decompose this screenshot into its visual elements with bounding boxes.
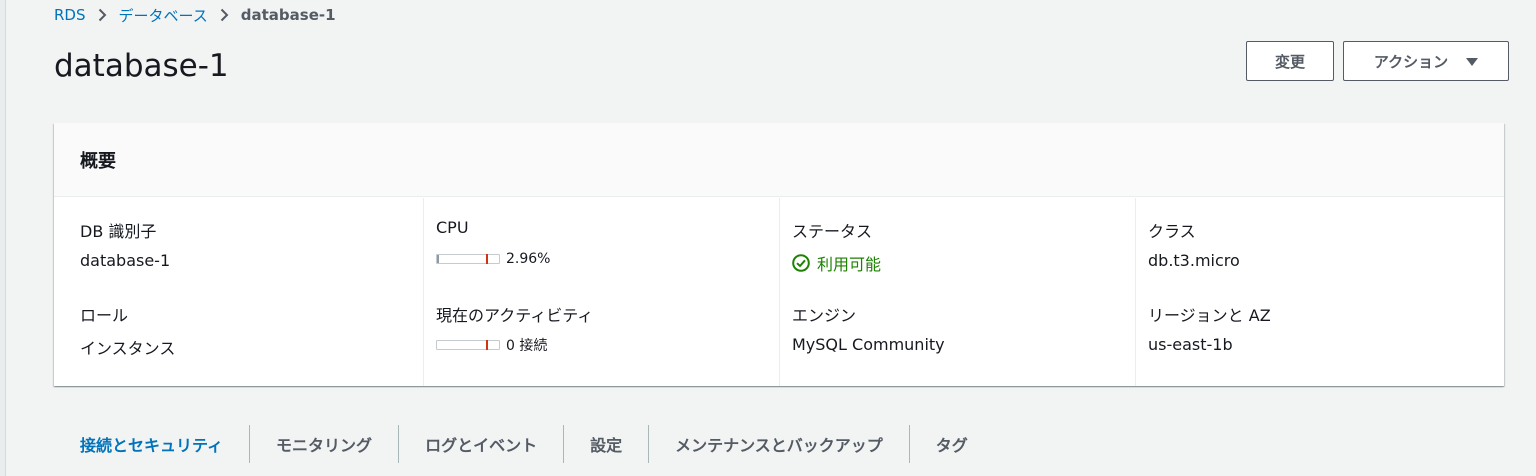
status-text: 利用可能 (817, 255, 882, 274)
engine-value: MySQL Community (792, 335, 945, 354)
cpu-meter-fill (437, 255, 439, 263)
tab-configuration[interactable]: 設定 (564, 425, 648, 463)
summary-column-3: ステータス 利用可能 エンジン MySQL Community (779, 198, 1135, 386)
tab-logs-events[interactable]: ログとイベント (399, 425, 563, 463)
region-az-label: リージョンと AZ (1148, 306, 1271, 325)
cpu-percent-text: 2.96% (506, 251, 551, 267)
left-border (0, 0, 6, 476)
actions-dropdown-button[interactable]: アクション (1343, 41, 1509, 81)
breadcrumb-databases[interactable]: データベース (119, 5, 208, 26)
summary-column-4: クラス db.t3.micro リージョンと AZ us-east-1b (1135, 198, 1504, 386)
tab-tags[interactable]: タグ (910, 425, 994, 463)
summary-panel-header: 概要 (54, 123, 1504, 197)
current-activity-label: 現在のアクティビティ (436, 306, 594, 325)
class-label: クラス (1148, 222, 1196, 241)
tab-maintenance-backups[interactable]: メンテナンスとバックアップ (649, 425, 909, 463)
activity-connections-text: 0 接続 (506, 338, 548, 354)
check-circle-icon (792, 254, 810, 272)
status-value: 利用可能 (792, 251, 881, 275)
summary-column-2: CPU 2.96% 現在のアクティビティ 0 接続 (423, 198, 779, 386)
summary-columns: DB 識別子 database-1 ロール インスタンス CPU 2.96% 現… (54, 198, 1504, 386)
summary-column-1: DB 識別子 database-1 ロール インスタンス (54, 198, 423, 386)
role-value: インスタンス (80, 339, 176, 358)
db-identifier-value: database-1 (80, 251, 171, 270)
modify-button[interactable]: 変更 (1246, 41, 1334, 81)
caret-down-icon (1466, 58, 1479, 66)
breadcrumb: RDS データベース database-1 (54, 4, 336, 26)
cpu-meter-threshold (486, 254, 488, 264)
detail-tabs: 接続とセキュリティ モニタリング ログとイベント 設定 メンテナンスとバックアッ… (54, 424, 994, 464)
current-activity-value: 0 接続 (436, 335, 547, 355)
chevron-right-icon (220, 8, 229, 22)
db-identifier-label: DB 識別子 (80, 222, 157, 241)
tab-connectivity-security[interactable]: 接続とセキュリティ (54, 425, 249, 463)
actions-button-label: アクション (1373, 52, 1449, 71)
summary-panel: 概要 DB 識別子 database-1 ロール インスタンス CPU 2.96… (54, 123, 1504, 386)
status-label: ステータス (792, 222, 873, 241)
role-label: ロール (80, 306, 129, 325)
cpu-meter (436, 254, 500, 264)
region-az-value: us-east-1b (1148, 335, 1233, 354)
tab-monitoring[interactable]: モニタリング (250, 425, 398, 463)
engine-label: エンジン (792, 306, 857, 325)
activity-meter (436, 340, 500, 350)
page-title: database-1 (54, 48, 229, 84)
activity-meter-threshold (486, 340, 488, 350)
breadcrumb-current: database-1 (240, 6, 336, 24)
cpu-label: CPU (436, 218, 469, 237)
breadcrumb-rds[interactable]: RDS (54, 6, 86, 24)
cpu-value: 2.96% (436, 251, 550, 267)
chevron-right-icon (98, 8, 107, 22)
class-value: db.t3.micro (1148, 251, 1240, 270)
